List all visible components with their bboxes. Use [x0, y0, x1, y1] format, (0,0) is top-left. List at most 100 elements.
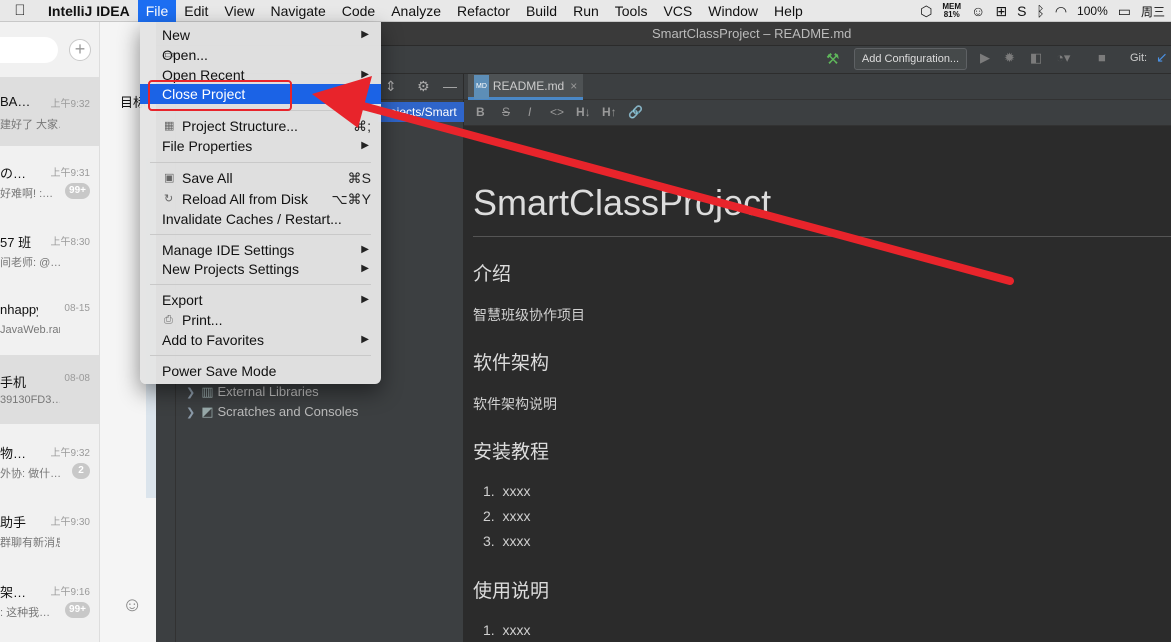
menu-item-print[interactable]: ⎙ Print...: [140, 310, 381, 330]
header-up-button[interactable]: H↑: [602, 105, 617, 119]
italic-button[interactable]: I: [528, 105, 531, 119]
apple-menu-icon[interactable]: : [0, 2, 40, 19]
menu-run[interactable]: Run: [565, 0, 607, 22]
hide-icon[interactable]: —: [443, 78, 457, 94]
build-hammer-icon[interactable]: ⚒: [826, 50, 839, 68]
menu-window[interactable]: Window: [700, 0, 766, 22]
submenu-arrow-icon: ▶: [361, 263, 369, 274]
git-update-icon[interactable]: ↙: [1156, 49, 1168, 66]
menu-refactor[interactable]: Refactor: [449, 0, 518, 22]
strikethrough-button[interactable]: S: [502, 105, 510, 119]
conversation-item[interactable]: 57 班 上午8:30 间老师: @…: [0, 215, 99, 284]
clock[interactable]: 周三: [1141, 3, 1165, 20]
project-panel-header: ⇕ ⚙ —: [381, 74, 464, 100]
menu-item-reload-all[interactable]: ↻ Reload All from Disk ⌥⌘Y: [140, 189, 381, 209]
close-icon[interactable]: ×: [570, 79, 577, 93]
menu-separator: [150, 355, 371, 356]
reload-icon: ↻: [164, 193, 174, 205]
app-menu[interactable]: IntelliJ IDEA: [40, 0, 138, 22]
ide-window-title: SmartClassProject – README.md: [652, 26, 852, 41]
header-down-button[interactable]: H↓: [576, 105, 591, 119]
menu-code[interactable]: Code: [334, 0, 383, 22]
section-heading: 安装教程: [473, 442, 550, 463]
unread-badge: 99+: [65, 602, 90, 618]
menu-help[interactable]: Help: [766, 0, 811, 22]
coverage-icon[interactable]: ◧: [1030, 50, 1042, 66]
menu-item-save-all[interactable]: ▣ Save All ⌘S: [140, 168, 381, 188]
gear-icon[interactable]: ⚙: [417, 78, 430, 95]
menu-separator: [150, 234, 371, 235]
chevron-right-icon[interactable]: ❯: [186, 387, 195, 399]
battery-percent[interactable]: 100%: [1077, 4, 1108, 18]
stop-icon[interactable]: ■: [1098, 50, 1106, 65]
section-heading: 使用说明: [473, 581, 550, 602]
submenu-arrow-icon: ▶: [361, 334, 369, 345]
debug-icon[interactable]: ✹: [1004, 50, 1015, 66]
bluetooth-icon[interactable]: ᛒ: [1036, 3, 1044, 19]
menu-item-manage-ide-settings[interactable]: Manage IDE Settings ▶: [140, 240, 381, 260]
conversation-item[interactable]: 助手 上午9:30 群聊有新消息: [0, 495, 99, 564]
face-icon[interactable]: ☺: [971, 3, 985, 19]
tree-item-external-libraries[interactable]: ❯ ▥ External Libraries: [186, 384, 319, 400]
run-icon[interactable]: ▶: [980, 50, 990, 66]
s-app-icon[interactable]: S: [1017, 3, 1026, 19]
wifi-icon[interactable]: ◠: [1055, 3, 1067, 20]
grid-icon[interactable]: ⊞: [995, 3, 1007, 20]
menu-item-file-properties[interactable]: File Properties ▶: [140, 136, 381, 156]
menu-item-project-structure[interactable]: ▦ Project Structure... ⌘;: [140, 116, 381, 136]
folder-icon: ▭: [164, 49, 175, 61]
menu-item-open[interactable]: Open... ▭: [140, 45, 381, 65]
project-root-path[interactable]: Projects/Smart: [378, 102, 464, 122]
code-button[interactable]: <>: [550, 105, 564, 119]
tree-item-scratches[interactable]: ❯ ◩ Scratches and Consoles: [186, 404, 358, 420]
conversation-item[interactable]: BA… 上午9:32 建好了 大家…: [0, 77, 99, 146]
markdown-format-toolbar: B S I <> H↓ H↑ 🔗: [464, 100, 1171, 126]
screen:  IntelliJ IDEA File Edit View Navigate …: [0, 0, 1171, 642]
section-text: 软件架构说明: [473, 396, 557, 412]
menu-item-export[interactable]: Export ▶: [140, 290, 381, 310]
collapse-all-icon[interactable]: ⇕: [385, 78, 397, 95]
menu-analyze[interactable]: Analyze: [383, 0, 449, 22]
menu-tools[interactable]: Tools: [607, 0, 656, 22]
unread-badge: 2: [72, 463, 90, 479]
conversation-item[interactable]: 架… 上午9:16 : 这种我… 99+: [0, 565, 99, 634]
list-item: 1. xxxx: [483, 622, 531, 638]
link-icon[interactable]: 🔗: [628, 105, 643, 119]
add-configuration-button[interactable]: Add Configuration...: [854, 48, 967, 70]
library-icon: ▥: [201, 384, 214, 399]
menu-edit[interactable]: Edit: [176, 0, 216, 22]
submenu-arrow-icon: ▶: [361, 244, 369, 255]
menu-navigate[interactable]: Navigate: [262, 0, 333, 22]
profile-icon[interactable]: ◔▾: [1056, 50, 1070, 66]
menu-vcs[interactable]: VCS: [655, 0, 700, 22]
menu-item-new[interactable]: New ▶: [140, 25, 381, 45]
list-item: 2. xxxx: [483, 508, 531, 524]
shield-icon[interactable]: ⬡: [920, 3, 932, 20]
menu-separator: [150, 162, 371, 163]
structure-icon: ▦: [164, 120, 175, 132]
chat-search-input[interactable]: [0, 37, 58, 63]
emoji-icon[interactable]: ☺: [122, 594, 142, 617]
file-menu-dropdown: New ▶ Open... ▭ Open Recent ▶ Close Project…: [140, 22, 381, 384]
mem-indicator[interactable]: MEM 81%: [942, 3, 961, 19]
section-text: 智慧班级协作项目: [473, 307, 585, 323]
battery-icon[interactable]: ▭: [1118, 3, 1131, 20]
menu-item-power-save-mode[interactable]: Power Save Mode: [140, 361, 381, 381]
print-icon: ⎙: [164, 314, 173, 326]
conversation-item[interactable]: 手机 08-08 39130FD3…: [0, 355, 99, 424]
tab-readme[interactable]: MD README.md ×: [468, 74, 584, 100]
mac-menubar:  IntelliJ IDEA File Edit View Navigate …: [0, 0, 1171, 22]
conversation-item[interactable]: 物… 上午9:32 外协: 做什… 2: [0, 426, 99, 495]
menu-item-invalidate-caches[interactable]: Invalidate Caches / Restart...: [140, 209, 381, 229]
conversation-item[interactable]: の… 上午9:31 好难啊! :… 99+: [0, 146, 99, 215]
menu-item-add-to-favorites[interactable]: Add to Favorites ▶: [140, 330, 381, 350]
conversation-item[interactable]: nhappy 08-15 JavaWeb.rar: [0, 285, 99, 354]
menu-view[interactable]: View: [216, 0, 262, 22]
menu-item-new-projects-settings[interactable]: New Projects Settings ▶: [140, 259, 381, 279]
bold-button[interactable]: B: [476, 105, 485, 119]
chevron-right-icon[interactable]: ❯: [186, 407, 195, 419]
add-chat-button[interactable]: +: [69, 39, 91, 61]
section-heading: 介绍: [473, 264, 512, 285]
menu-build[interactable]: Build: [518, 0, 565, 22]
menu-file[interactable]: File: [137, 0, 177, 22]
